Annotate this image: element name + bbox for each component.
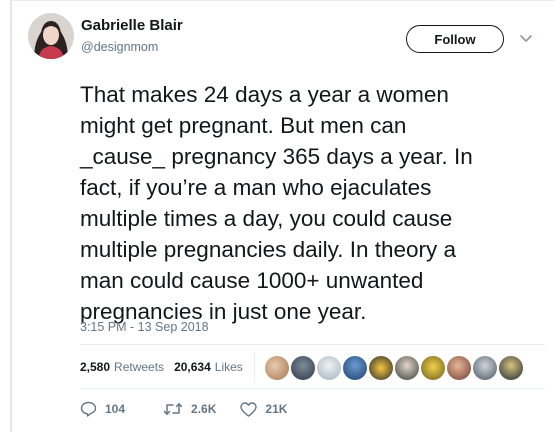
likes-label[interactable]: Likes (215, 360, 243, 374)
thread-line (10, 0, 12, 432)
liker-avatar[interactable] (369, 356, 393, 380)
liker-avatar[interactable] (343, 356, 367, 380)
author-name[interactable]: Gabrielle Blair (81, 17, 183, 34)
divider (80, 344, 545, 345)
liker-avatar[interactable] (499, 356, 523, 380)
liker-avatar[interactable] (421, 356, 445, 380)
liker-avatar[interactable] (473, 356, 497, 380)
retweet-count: 2.6K (191, 402, 217, 416)
tweet-stats: 2,580 Retweets 20,634 Likes (80, 360, 243, 374)
heart-icon (240, 401, 258, 417)
retweet-icon (163, 403, 183, 415)
reply-button[interactable]: 104 (80, 401, 125, 417)
reply-icon (80, 401, 97, 417)
top-border (10, 0, 555, 1)
likes-count[interactable]: 20,634 (174, 360, 211, 374)
liker-avatars (265, 356, 525, 380)
tweet-text: That makes 24 days a year a women might … (80, 82, 473, 324)
liker-avatar[interactable] (317, 356, 341, 380)
tweet-actions: 104 2.6K 21K (80, 401, 287, 417)
liker-avatar[interactable] (265, 356, 289, 380)
reply-count: 104 (105, 402, 126, 416)
like-count: 21K (265, 402, 288, 416)
liker-avatar[interactable] (291, 356, 315, 380)
follow-button[interactable]: Follow (406, 25, 504, 53)
liker-avatar[interactable] (395, 356, 419, 380)
liker-avatar[interactable] (447, 356, 471, 380)
avatar[interactable] (28, 13, 74, 59)
stats-divider (254, 352, 255, 382)
divider (80, 388, 545, 389)
author-handle[interactable]: @designmom (81, 40, 158, 54)
retweets-count[interactable]: 2,580 (80, 360, 110, 374)
retweets-label[interactable]: Retweets (114, 360, 164, 374)
retweet-button[interactable]: 2.6K (163, 402, 216, 416)
like-button[interactable]: 21K (240, 401, 288, 417)
chevron-down-icon[interactable] (519, 31, 533, 45)
tweet-timestamp[interactable]: 3:15 PM - 13 Sep 2018 (80, 320, 209, 334)
